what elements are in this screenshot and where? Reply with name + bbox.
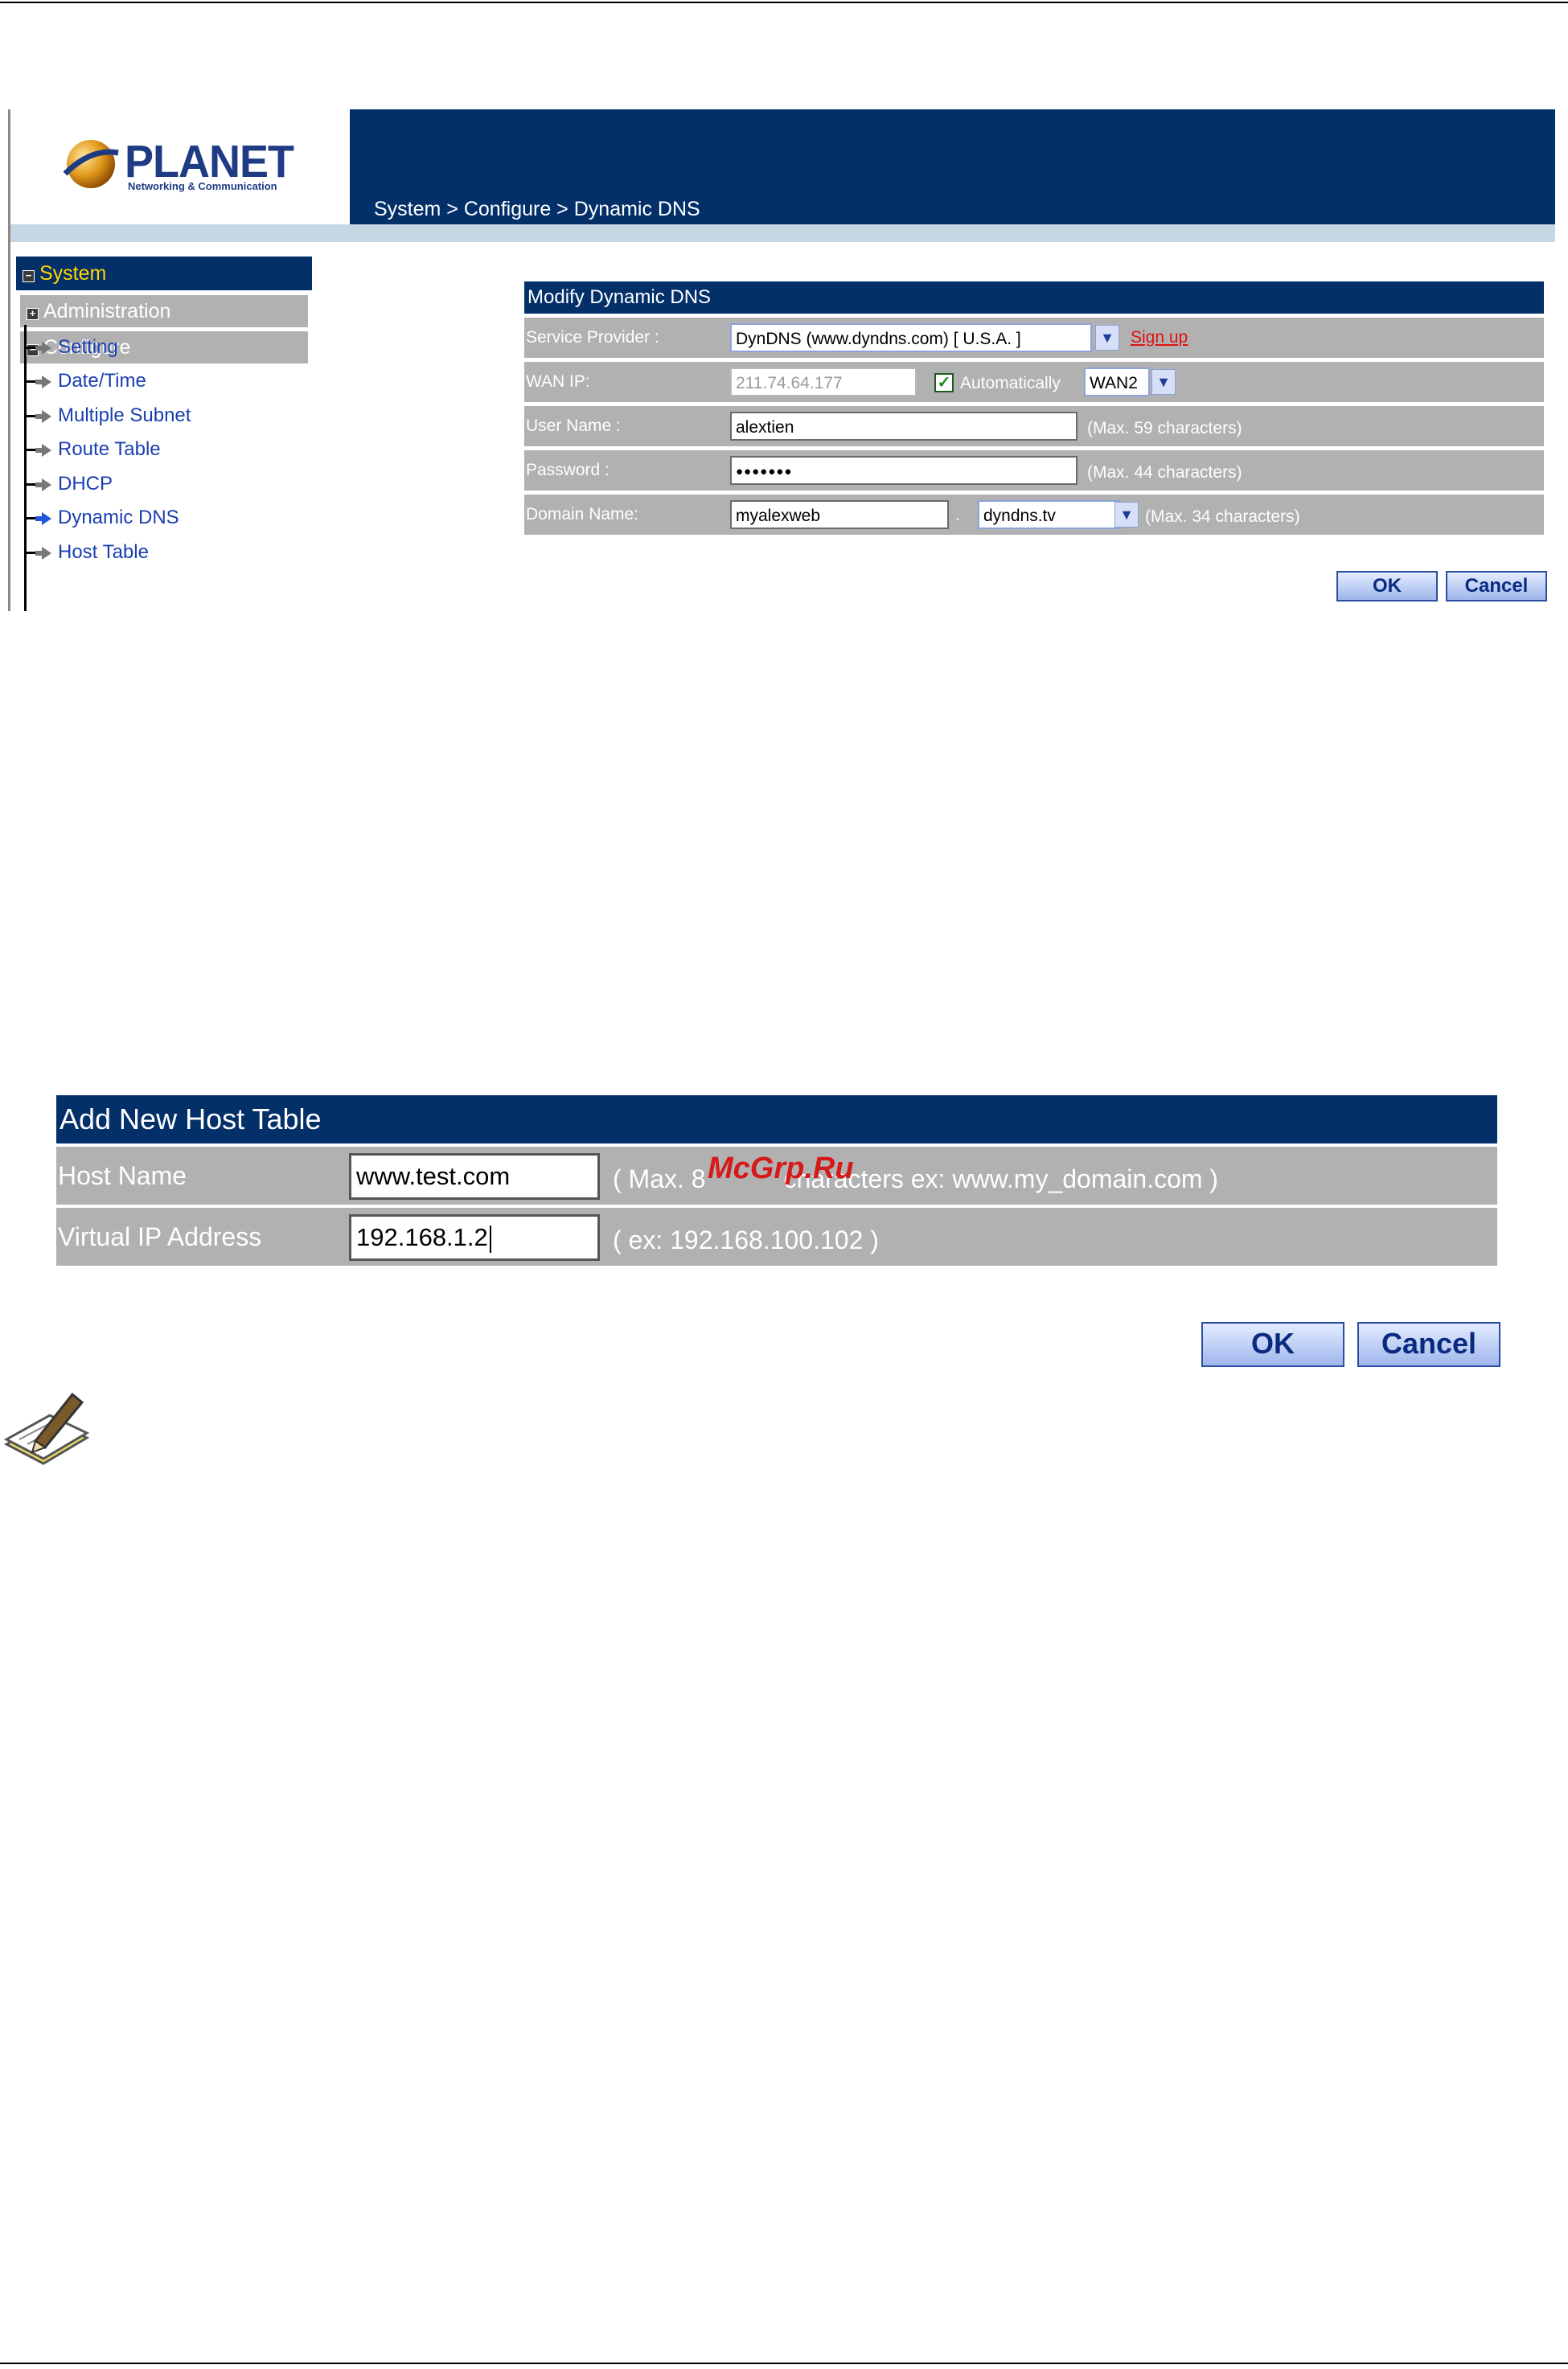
domain-name-label: Domain Name:: [526, 505, 639, 523]
ok-button[interactable]: OK: [1336, 571, 1438, 601]
chevron-down-icon[interactable]: ▼: [1114, 502, 1139, 528]
watermark: McGrp.Ru: [708, 1152, 854, 1185]
password-label: Password :: [526, 461, 610, 479]
chevron-down-icon[interactable]: ▼: [1095, 325, 1119, 351]
domain-suffix-select[interactable]: dyndns.tv: [978, 500, 1121, 529]
host-name-input[interactable]: www.test.com: [349, 1153, 600, 1200]
password-row: Password : ●●●●●●● (Max. 44 characters): [524, 450, 1544, 491]
logo-area: PLANET Networking & Communication: [10, 109, 350, 224]
user-name-label: User Name :: [526, 417, 621, 435]
sidebar-item-host-table[interactable]: Host Table: [24, 536, 149, 569]
wan-ip-input[interactable]: 211.74.64.177: [730, 367, 917, 396]
host-name-label: Host Name: [58, 1161, 187, 1190]
virtual-ip-label: Virtual IP Address: [58, 1222, 262, 1251]
expand-icon[interactable]: +: [27, 308, 39, 320]
password-hint: (Max. 44 characters): [1087, 463, 1242, 482]
banner-strip: [10, 224, 1555, 242]
virtual-ip-row: Virtual IP Address 192.168.1.2 ( ex: 192…: [56, 1208, 1497, 1266]
form-title: Modify Dynamic DNS: [524, 281, 1544, 314]
top-banner: System > Configure > Dynamic DNS: [350, 109, 1555, 224]
bottom-page-rule: [0, 2363, 1568, 2364]
arrow-icon: [35, 478, 51, 491]
chevron-down-icon[interactable]: ▼: [1151, 369, 1176, 395]
virtual-ip-hint: ( ex: 192.168.100.102 ): [613, 1226, 879, 1254]
sidebar-item-setting[interactable]: Setting: [24, 331, 118, 363]
sidebar-item-system[interactable]: − System: [16, 257, 312, 290]
cancel-button[interactable]: Cancel: [1446, 571, 1547, 601]
sidebar-item-dynamic-dns[interactable]: Dynamic DNS: [24, 502, 179, 534]
domain-name-input[interactable]: myalexweb: [730, 500, 949, 529]
sidebar-item-administration[interactable]: + Administration: [20, 295, 308, 327]
wan-ip-label: WAN IP:: [526, 372, 590, 391]
breadcrumb: System > Configure > Dynamic DNS: [374, 198, 700, 220]
note-pencil-icon: [3, 1392, 90, 1465]
arrow-icon: [35, 511, 51, 525]
planet-globe-icon: [63, 140, 119, 188]
collapse-icon[interactable]: −: [23, 270, 35, 282]
domain-name-hint: (Max. 34 characters): [1145, 507, 1300, 526]
virtual-ip-input[interactable]: 192.168.1.2: [349, 1214, 600, 1261]
top-page-rule: [0, 2, 1568, 3]
user-name-input[interactable]: alextien: [730, 412, 1077, 441]
ok-button[interactable]: OK: [1201, 1322, 1344, 1367]
dynamic-dns-screenshot: PLANET Networking & Communication System…: [8, 109, 1555, 611]
automatically-checkbox[interactable]: ✓: [934, 373, 954, 392]
arrow-icon: [35, 375, 51, 388]
sign-up-link[interactable]: Sign up: [1131, 328, 1188, 347]
wan-select[interactable]: WAN2: [1084, 367, 1150, 396]
password-input[interactable]: ●●●●●●●: [730, 456, 1077, 485]
add-host-table-screenshot: Add New Host Table Host Name www.test.co…: [32, 1087, 1512, 1375]
user-name-row: User Name : alextien (Max. 59 characters…: [524, 406, 1544, 446]
service-provider-select[interactable]: DynDNS (www.dyndns.com) [ U.S.A. ]: [730, 323, 1092, 352]
logo-tagline: Networking & Communication: [128, 180, 277, 192]
cancel-button[interactable]: Cancel: [1357, 1322, 1500, 1367]
sidebar-item-dhcp[interactable]: DHCP: [24, 468, 113, 500]
domain-name-row: Domain Name: myalexweb . dyndns.tv ▼ (Ma…: [524, 495, 1544, 535]
text-caret: [489, 1225, 491, 1253]
host-name-hint: ( Max. 8 characters ex: www.my_domain.co…: [613, 1164, 1219, 1193]
arrow-icon: [35, 546, 51, 560]
arrow-icon: [35, 341, 51, 355]
automatically-label: Automatically: [960, 374, 1061, 392]
modify-dynamic-dns-form: Modify Dynamic DNS Service Provider : Dy…: [524, 281, 1544, 535]
domain-dot: .: [955, 506, 960, 524]
sidebar-item-date-time[interactable]: Date/Time: [24, 365, 146, 397]
arrow-icon: [35, 409, 51, 423]
form-title: Add New Host Table: [56, 1095, 1497, 1143]
service-provider-label: Service Provider :: [526, 328, 659, 347]
sidebar-item-route-table[interactable]: Route Table: [24, 433, 161, 466]
user-name-hint: (Max. 59 characters): [1087, 419, 1242, 437]
sidebar-item-multiple-subnet[interactable]: Multiple Subnet: [24, 400, 191, 432]
wan-ip-row: WAN IP: 211.74.64.177 ✓ Automatically WA…: [524, 362, 1544, 402]
arrow-icon: [35, 443, 51, 457]
service-provider-row: Service Provider : DynDNS (www.dyndns.co…: [524, 318, 1544, 358]
